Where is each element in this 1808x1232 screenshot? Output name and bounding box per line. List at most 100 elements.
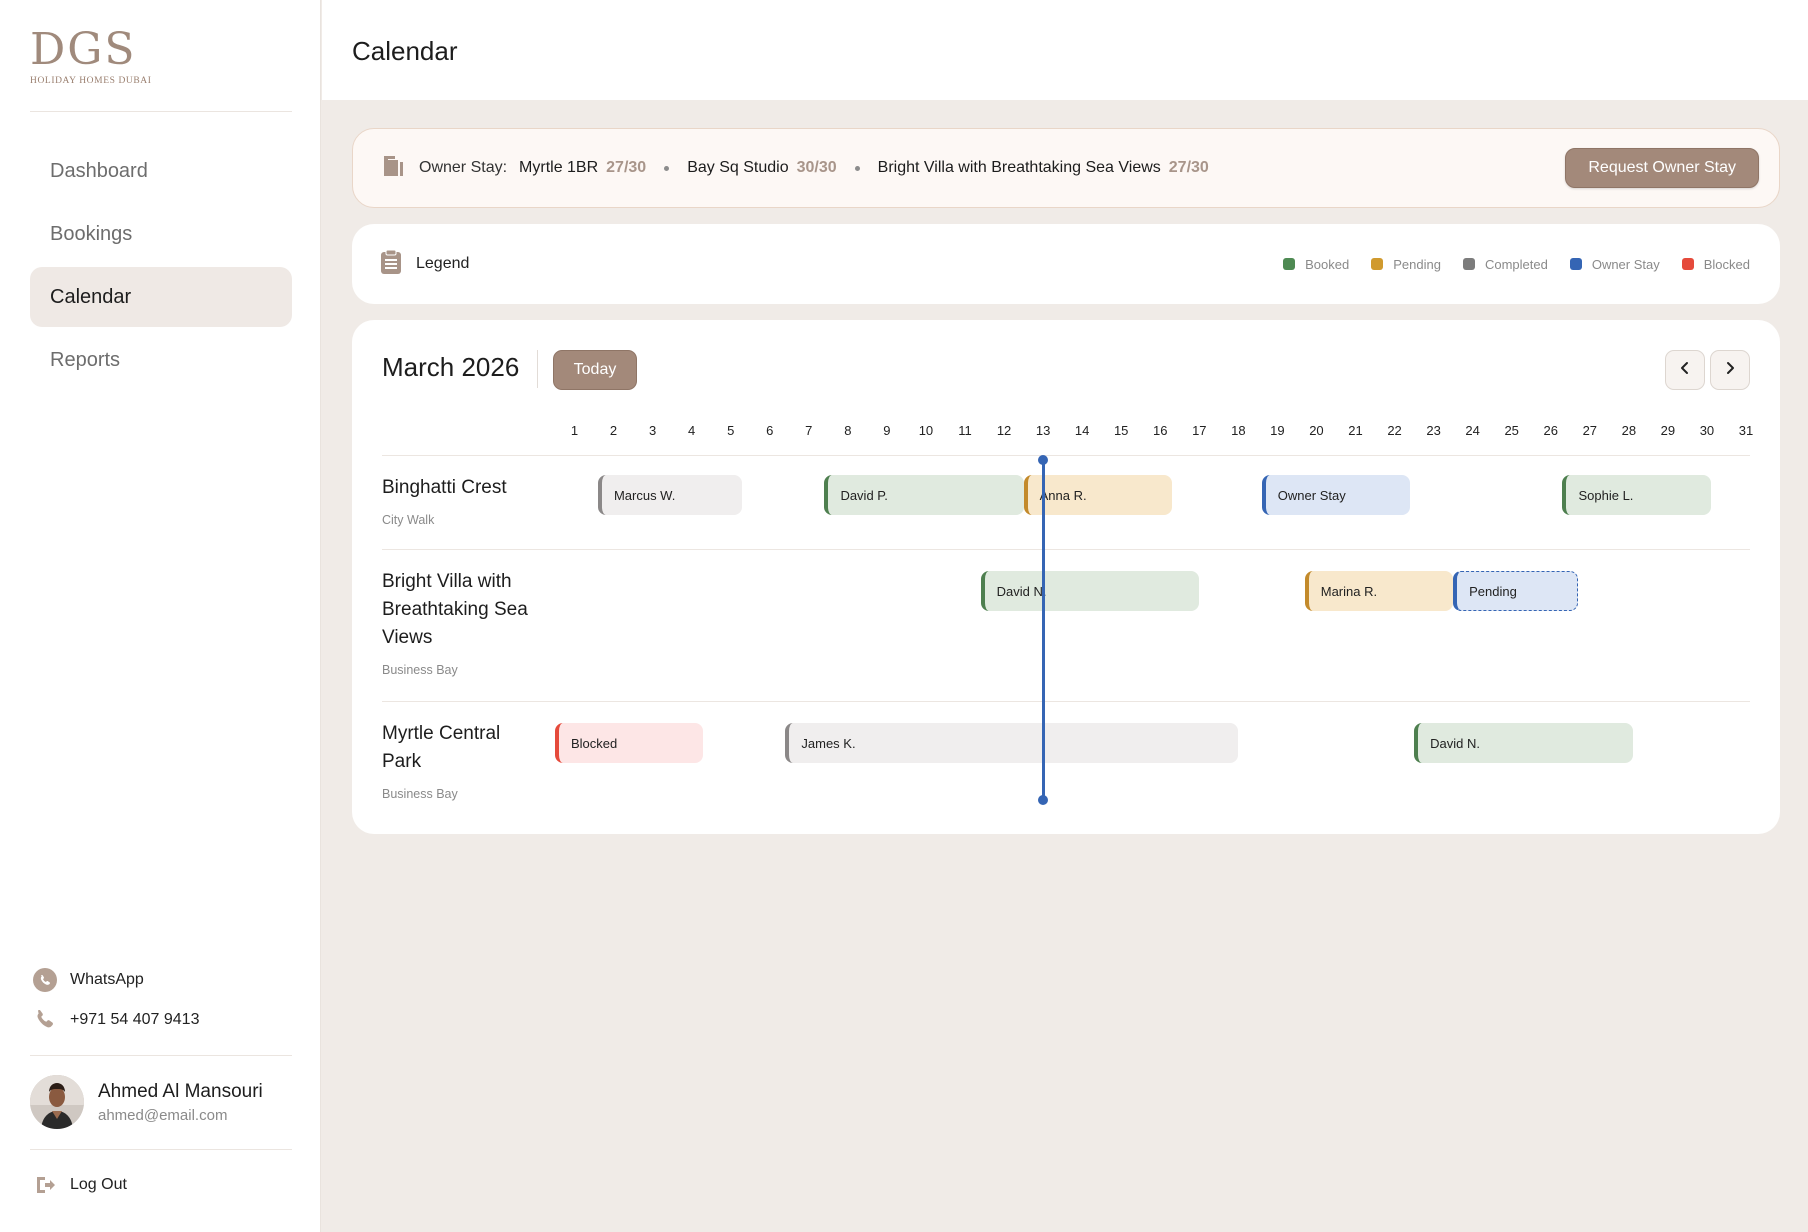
booking-bar-pending-owner[interactable]: Pending bbox=[1453, 571, 1579, 611]
logout-button[interactable]: Log Out bbox=[32, 1172, 127, 1198]
legend-swatch bbox=[1569, 258, 1582, 270]
legend-swatch bbox=[1371, 258, 1384, 270]
phone-icon bbox=[32, 1007, 58, 1033]
day-header: 7 bbox=[805, 423, 813, 438]
owner-stay-label: Owner Stay: bbox=[419, 159, 508, 176]
logo-subtitle: HOLIDAY HOMES DUBAI bbox=[30, 76, 152, 86]
property-location: City Walk bbox=[382, 513, 435, 527]
sidebar-item-calendar[interactable]: Calendar bbox=[30, 267, 292, 327]
separator-dot bbox=[854, 165, 860, 171]
building-icon bbox=[381, 154, 405, 183]
property-name: Myrtle Central Park bbox=[382, 723, 501, 772]
day-header: 6 bbox=[766, 423, 774, 438]
day-header: 21 bbox=[1348, 423, 1363, 438]
property-location: Business Bay bbox=[382, 787, 458, 801]
phone-link[interactable]: +971 54 407 9413 bbox=[32, 1007, 199, 1033]
booking-bar-owner[interactable]: Owner Stay bbox=[1261, 475, 1411, 515]
day-header: 11 bbox=[958, 423, 972, 438]
legend-label: Booked bbox=[1305, 256, 1350, 272]
day-header: 29 bbox=[1660, 423, 1676, 438]
top-header: Calendar bbox=[322, 0, 1808, 100]
booking-bar-pending[interactable]: Marina R. bbox=[1304, 571, 1454, 611]
sidebar-nav: Dashboard Bookings Calendar Reports bbox=[30, 141, 292, 393]
user-profile[interactable]: Ahmed Al Mansouri ahmed@email.com bbox=[30, 1075, 263, 1129]
logo-mark: DGS bbox=[30, 24, 137, 75]
owner-stay-count: 27/30 bbox=[606, 159, 647, 176]
logout-label: Log Out bbox=[70, 1176, 127, 1193]
legend-swatch bbox=[1462, 258, 1475, 270]
avatar bbox=[30, 1075, 84, 1129]
day-header: 4 bbox=[688, 423, 696, 438]
booking-bar-completed[interactable]: Marcus W. bbox=[597, 475, 743, 515]
day-header: 16 bbox=[1153, 423, 1168, 438]
brand-logo[interactable]: DGS HOLIDAY HOMES DUBAI bbox=[30, 24, 152, 87]
booking-bar-booked[interactable]: Sophie L. bbox=[1562, 475, 1711, 515]
sidebar-item-bookings[interactable]: Bookings bbox=[30, 204, 292, 264]
legend-title: Legend bbox=[416, 255, 470, 272]
day-header: 15 bbox=[1113, 423, 1129, 438]
legend-swatch bbox=[1283, 258, 1296, 270]
today-indicator-dot bbox=[1038, 455, 1049, 465]
property-location: Business Bay bbox=[382, 663, 458, 677]
row-divider bbox=[382, 549, 1750, 550]
day-header: 3 bbox=[648, 423, 657, 438]
property-name: Bright Villa with Breathtaking Sea Views bbox=[382, 571, 528, 648]
day-header: 26 bbox=[1543, 423, 1558, 438]
today-button[interactable]: Today bbox=[553, 350, 637, 390]
row-divider bbox=[382, 701, 1750, 702]
day-header: 9 bbox=[883, 423, 891, 438]
day-header: 2 bbox=[609, 423, 618, 438]
booking-bar-completed[interactable]: James K. bbox=[785, 723, 1239, 763]
page-title: Calendar bbox=[352, 36, 458, 66]
owner-stay-property-name: Bright Villa with Breathtaking Sea Views bbox=[877, 159, 1161, 176]
legend-label: Completed bbox=[1484, 256, 1548, 272]
phone-number: +971 54 407 9413 bbox=[70, 1011, 200, 1028]
sidebar-divider bbox=[30, 1055, 292, 1056]
booking-bar-pending[interactable]: Anna R. bbox=[1023, 475, 1172, 515]
month-label: March 2026 bbox=[382, 352, 520, 382]
legend-swatch bbox=[1681, 258, 1694, 270]
whatsapp-link[interactable]: WhatsApp bbox=[32, 967, 144, 993]
legend-label: Owner Stay bbox=[1591, 256, 1660, 272]
sidebar-item-reports[interactable]: Reports bbox=[30, 330, 292, 390]
legend-item-blocked: Blocked bbox=[1681, 256, 1750, 272]
day-header: 24 bbox=[1465, 423, 1480, 438]
next-month-button[interactable] bbox=[1710, 350, 1750, 390]
day-header: 20 bbox=[1309, 423, 1324, 438]
owner-stay-property-name: Bay Sq Studio bbox=[687, 159, 789, 176]
month-divider bbox=[537, 350, 538, 388]
booking-bar-booked[interactable]: David N. bbox=[1414, 723, 1633, 763]
legend-panel: Legend Booked Pending Completed Owner St… bbox=[352, 224, 1780, 304]
legend-item-pending: Pending bbox=[1371, 257, 1441, 272]
legend-item-owner-stay: Owner Stay bbox=[1569, 256, 1660, 272]
day-header: 19 bbox=[1270, 423, 1285, 438]
day-header: 27 bbox=[1582, 423, 1598, 438]
legend-label: Blocked bbox=[1703, 256, 1750, 272]
legend-item-booked: Booked bbox=[1283, 257, 1349, 272]
prev-month-button[interactable] bbox=[1665, 350, 1705, 390]
booking-bar-booked[interactable]: David N. bbox=[980, 571, 1200, 611]
day-header: 8 bbox=[844, 423, 852, 438]
calendar-card: March 2026 Today Binghatti Crest City Wa… bbox=[352, 320, 1780, 834]
legend-items: Booked Pending Completed Owner Stay Bloc… bbox=[1261, 257, 1750, 272]
sidebar-item-dashboard[interactable]: Dashboard bbox=[30, 141, 292, 201]
sidebar-divider bbox=[30, 1149, 292, 1150]
booking-bar-blocked[interactable]: Blocked bbox=[555, 723, 704, 763]
day-header: 1 bbox=[570, 423, 579, 438]
day-header: 10 bbox=[918, 423, 934, 438]
user-email: ahmed@email.com bbox=[98, 1106, 228, 1124]
day-header: 22 bbox=[1387, 423, 1402, 438]
day-header: 14 bbox=[1074, 423, 1090, 438]
whatsapp-icon bbox=[32, 967, 58, 993]
owner-stay-count: 30/30 bbox=[796, 159, 837, 176]
sidebar-divider bbox=[30, 111, 292, 112]
request-owner-stay-button[interactable]: Request Owner Stay bbox=[1565, 148, 1759, 188]
clipboard-icon bbox=[380, 249, 402, 280]
day-header: 30 bbox=[1699, 423, 1715, 438]
day-header: 17 bbox=[1192, 423, 1207, 438]
chevron-right-icon bbox=[1723, 361, 1737, 380]
booking-bar-booked[interactable]: David P. bbox=[824, 475, 1024, 515]
user-name: Ahmed Al Mansouri bbox=[98, 1080, 263, 1102]
day-header: 5 bbox=[727, 423, 735, 438]
separator-dot bbox=[664, 165, 670, 171]
